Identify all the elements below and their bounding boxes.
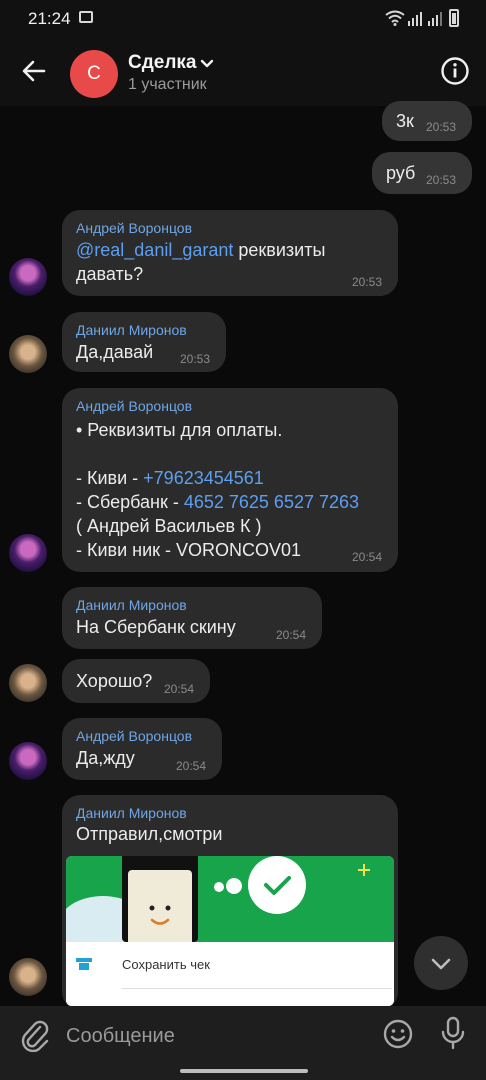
message-bubble[interactable]: Хорошо? 20:54 xyxy=(62,659,210,703)
receipt-icon xyxy=(76,958,92,970)
sparkle-icon xyxy=(358,864,370,876)
message-text-after-mention: реквизиты xyxy=(233,240,326,260)
sender-name[interactable]: Андрей Воронцов xyxy=(76,398,192,414)
paperclip-icon[interactable] xyxy=(18,1018,52,1052)
message-text-line: - Киви - +79623454561 xyxy=(76,466,264,490)
signal-icon-2 xyxy=(428,12,442,26)
scroll-down-button[interactable] xyxy=(414,936,468,990)
message-text-line: @real_danil_garant реквизиты xyxy=(76,238,325,262)
card-number-link[interactable]: 4652 7625 6527 7263 xyxy=(184,492,359,512)
sender-name[interactable]: Андрей Воронцов xyxy=(76,728,192,744)
avatar[interactable] xyxy=(9,664,47,702)
avatar[interactable] xyxy=(9,335,47,373)
sender-name[interactable]: Даниил Миронов xyxy=(76,805,187,821)
chat-members-count: 1 участник xyxy=(128,76,207,93)
message-time: 20:53 xyxy=(426,120,457,134)
message-text: 3к xyxy=(396,111,414,131)
message-time: 20:53 xyxy=(180,352,211,366)
emoji-icon[interactable] xyxy=(382,1018,414,1050)
back-arrow-icon[interactable] xyxy=(20,57,48,85)
message-bubble-outgoing[interactable]: руб 20:53 xyxy=(372,152,472,194)
phone-screen-illustration xyxy=(128,870,192,942)
chat-avatar-letter: С xyxy=(87,63,101,84)
mention-link[interactable]: @real_danil_garant xyxy=(76,240,233,260)
message-text: Отправил,смотри xyxy=(76,824,223,844)
message-text: Хорошо? xyxy=(76,671,153,691)
sender-name[interactable]: Даниил Миронов xyxy=(76,597,187,613)
message-text: руб xyxy=(386,163,416,183)
dot-illustration xyxy=(214,882,224,892)
gesture-nav-bar[interactable] xyxy=(180,1069,308,1073)
message-bubble[interactable]: Даниил Миронов Да,давай 20:53 xyxy=(62,312,226,372)
phone-link[interactable]: +79623454561 xyxy=(143,468,264,488)
message-time: 20:54 xyxy=(352,550,383,564)
message-time: 20:53 xyxy=(352,275,383,289)
avatar[interactable] xyxy=(9,258,47,296)
qiwi-label: - Киви - xyxy=(76,468,144,488)
message-bubble[interactable]: Андрей Воронцов Да,жду 20:54 xyxy=(62,718,222,780)
chat-avatar[interactable]: С xyxy=(70,50,118,98)
message-text-line: ( Андрей Васильев К ) xyxy=(76,516,262,536)
message-text-line: давать? xyxy=(76,264,144,284)
wifi-icon xyxy=(385,10,405,26)
message-time: 20:54 xyxy=(176,759,207,773)
sender-name[interactable]: Андрей Воронцов xyxy=(76,220,192,236)
message-text: Да,жду xyxy=(76,748,135,768)
message-text-line: - Сбербанк - 4652 7625 6527 7263 xyxy=(76,490,359,514)
message-bubble[interactable]: Андрей Воронцов • Реквизиты для оплаты. … xyxy=(62,388,398,572)
divider xyxy=(122,988,392,989)
message-text-line: - Киви ник - VORONCOV01 xyxy=(76,540,302,560)
message-text-line: • Реквизиты для оплаты. xyxy=(76,420,283,440)
save-receipt-label: Сохранить чек xyxy=(122,957,210,972)
sender-name[interactable]: Даниил Миронов xyxy=(76,322,187,338)
dot-illustration xyxy=(226,878,242,894)
chevron-down-icon[interactable] xyxy=(199,57,215,71)
photo-attachment[interactable]: Сохранить чек xyxy=(66,856,394,1006)
message-input[interactable] xyxy=(66,1022,366,1050)
avatar[interactable] xyxy=(9,958,47,996)
chat-title[interactable]: Сделка xyxy=(128,52,197,74)
message-time: 20:54 xyxy=(276,628,307,642)
message-text: Да,давай xyxy=(76,342,154,362)
battery-icon xyxy=(449,9,459,27)
message-time: 20:54 xyxy=(164,682,195,696)
message-bubble-outgoing[interactable]: 3к 20:53 xyxy=(382,101,472,141)
receipt-card: Сохранить чек xyxy=(66,942,394,1006)
message-text: На Сбербанк скину xyxy=(76,617,236,637)
smiley-icon xyxy=(149,905,171,925)
status-time: 21:24 xyxy=(28,9,71,28)
microphone-icon[interactable] xyxy=(438,1016,468,1050)
signal-icon xyxy=(408,12,422,26)
chevron-down-icon xyxy=(431,958,451,970)
message-time: 20:53 xyxy=(426,173,457,187)
info-icon[interactable] xyxy=(440,56,470,86)
avatar[interactable] xyxy=(9,534,47,572)
check-icon xyxy=(248,856,306,914)
avatar[interactable] xyxy=(9,742,47,780)
message-bubble[interactable]: Андрей Воронцов @real_danil_garant рекви… xyxy=(62,210,398,296)
gallery-notification-icon xyxy=(79,11,93,23)
message-bubble[interactable]: Даниил Миронов На Сбербанк скину 20:54 xyxy=(62,587,322,649)
sber-label: - Сбербанк - xyxy=(76,492,184,512)
